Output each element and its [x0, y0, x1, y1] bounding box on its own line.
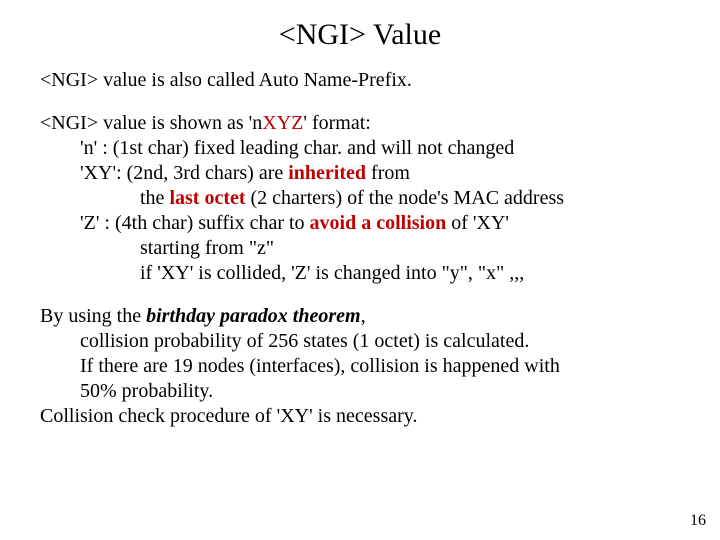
n-line: 'n' : (1st char) fixed leading char. and… [40, 136, 680, 161]
birthday-line-2: collision probability of 256 states (1 o… [40, 329, 680, 354]
z-line: 'Z' : (4th char) suffix char to avoid a … [40, 211, 680, 236]
xy-sub-post: (2 charters) of the node's MAC address [246, 187, 565, 209]
slide-body: <NGI> value is also called Auto Name-Pre… [40, 68, 680, 429]
xy-line: 'XY': (2nd, 3rd chars) are inherited fro… [40, 161, 680, 186]
format-paragraph: <NGI> value is shown as 'nXYZ' format: '… [40, 111, 680, 286]
birthday-l1c: , [361, 305, 366, 327]
format-lead: <NGI> value is shown as 'n [40, 112, 262, 134]
z-post: of 'XY' [446, 212, 509, 234]
xy-inherited: inherited [288, 162, 366, 184]
xy-post: from [366, 162, 410, 184]
birthday-line-5: Collision check procedure of 'XY' is nec… [40, 404, 680, 429]
xy-pre: 'XY': (2nd, 3rd chars) are [80, 162, 288, 184]
z-pre: 'Z' : (4th char) suffix char to [80, 212, 310, 234]
birthday-paragraph: By using the birthday paradox theorem, c… [40, 304, 680, 429]
page-number: 16 [690, 512, 706, 530]
z-sub-2: if 'XY' is collided, 'Z' is changed into… [40, 261, 680, 286]
format-tail: ' format: [303, 112, 370, 134]
slide: <NGI> Value <NGI> value is also called A… [0, 0, 720, 540]
xy-sub-lastoctet: last octet [169, 187, 245, 209]
z-sub-1: starting from "z" [40, 236, 680, 261]
format-z: Z [291, 112, 303, 134]
birthday-line-3: If there are 19 nodes (interfaces), coll… [40, 354, 680, 379]
z-avoid: avoid a collision [310, 212, 447, 234]
slide-title: <NGI> Value [40, 18, 680, 52]
birthday-line-4: 50% probability. [40, 379, 680, 404]
birthday-line-1: By using the birthday paradox theorem, [40, 304, 680, 329]
format-xy: XY [262, 112, 291, 134]
intro-paragraph: <NGI> value is also called Auto Name-Pre… [40, 68, 680, 93]
birthday-l1a: By using the [40, 305, 146, 327]
intro-line: <NGI> value is also called Auto Name-Pre… [40, 68, 680, 93]
xy-sub-pre: the [140, 187, 169, 209]
xy-sub-line: the last octet (2 charters) of the node'… [40, 186, 680, 211]
birthday-theorem: birthday paradox theorem [146, 305, 360, 327]
format-lead-line: <NGI> value is shown as 'nXYZ' format: [40, 111, 680, 136]
